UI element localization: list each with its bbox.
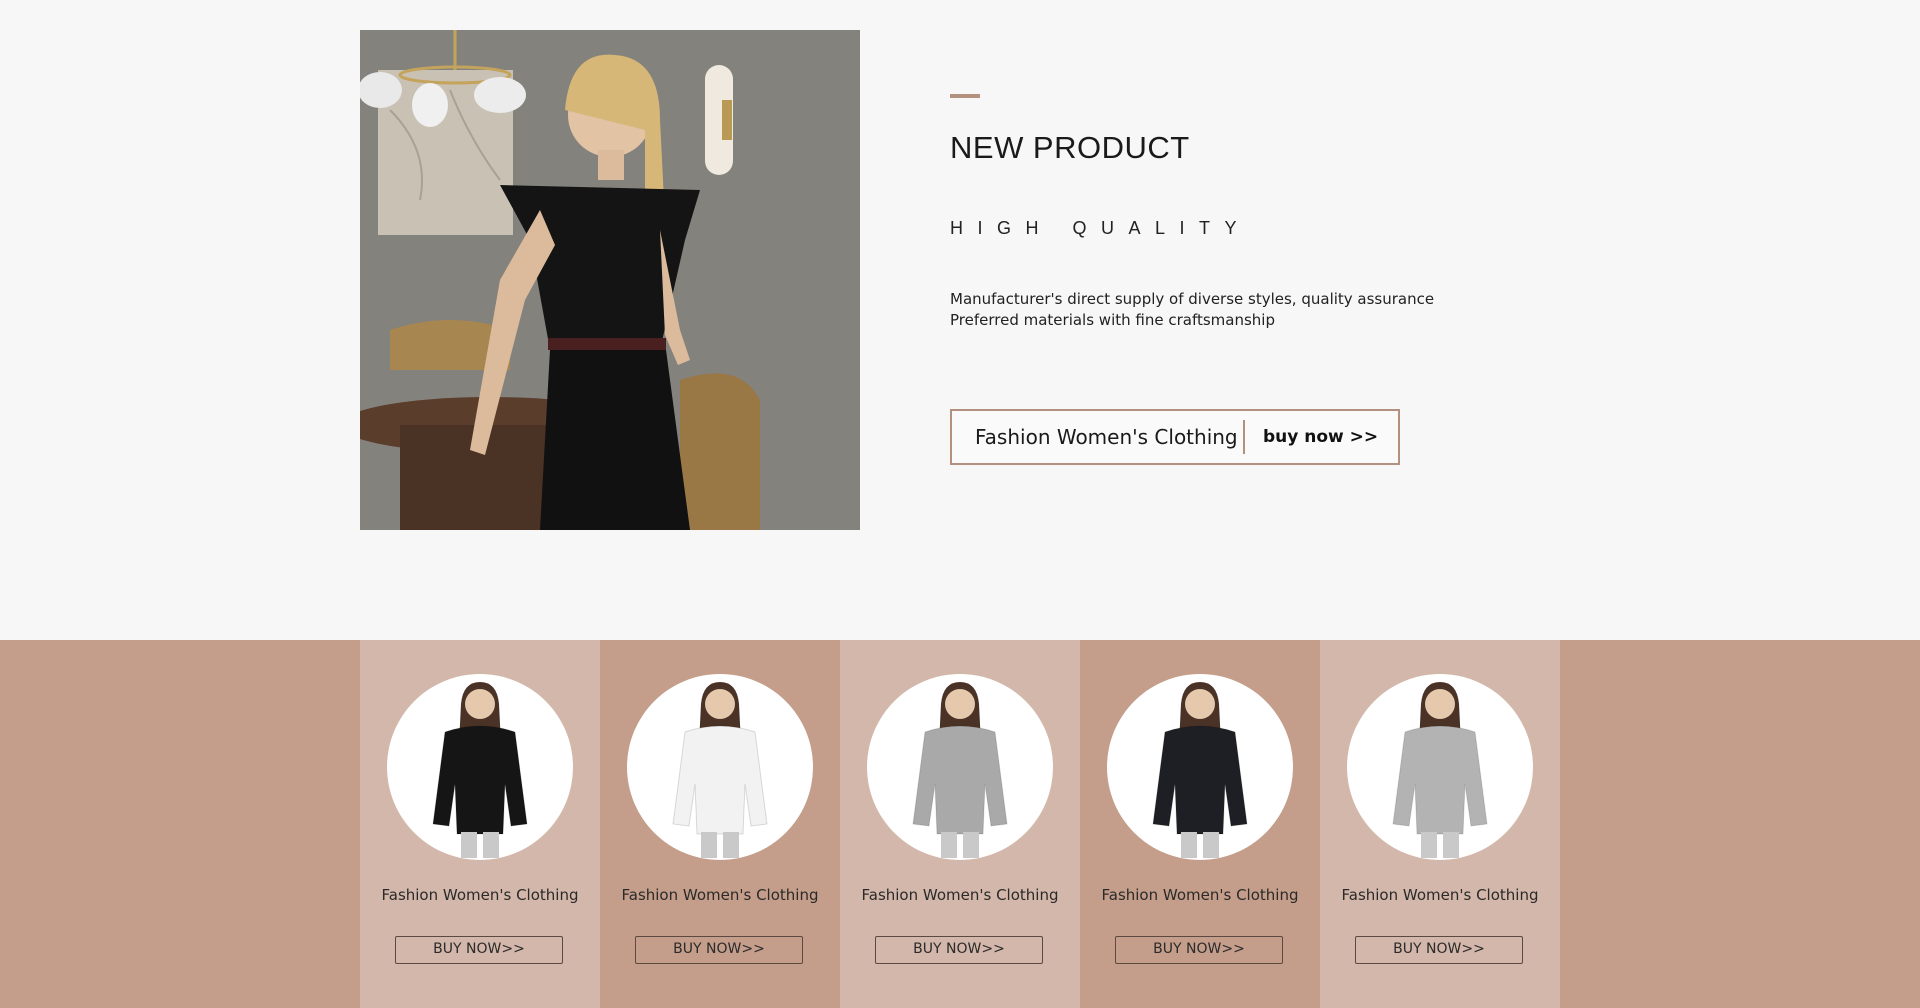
product-title: Fashion Women's Clothing bbox=[621, 886, 819, 904]
model-figure-part bbox=[432, 725, 528, 835]
model-figure-part bbox=[483, 832, 499, 858]
model-figure-part bbox=[941, 832, 957, 858]
model-figure-part bbox=[465, 689, 495, 719]
model-figure-part bbox=[1185, 689, 1215, 719]
hero-subtitle: HIGH QUALITY bbox=[950, 218, 1252, 238]
product-title: Fashion Women's Clothing bbox=[861, 886, 1059, 904]
model-figure-part bbox=[1152, 725, 1248, 835]
hero-description-line: Preferred materials with fine craftsmans… bbox=[950, 311, 1275, 329]
hero-description-line: Manufacturer's direct supply of diverse … bbox=[950, 290, 1435, 308]
model-illustration bbox=[672, 682, 768, 858]
hero-title: NEW PRODUCT bbox=[950, 130, 1190, 165]
model-figure-part bbox=[1443, 832, 1459, 858]
buy-now-button[interactable]: BUY NOW>> bbox=[1355, 936, 1523, 964]
product-card: Fashion Women's Clothing BUY NOW>> bbox=[1320, 640, 1560, 1008]
product-title: Fashion Women's Clothing bbox=[381, 886, 579, 904]
product-title: Fashion Women's Clothing bbox=[1341, 886, 1539, 904]
model-figure-part bbox=[912, 725, 1008, 835]
product-card: Fashion Women's Clothing BUY NOW>> bbox=[360, 640, 600, 1008]
model-figure-part bbox=[963, 832, 979, 858]
model-figure-part bbox=[672, 725, 768, 835]
buy-now-button[interactable]: BUY NOW>> bbox=[635, 936, 803, 964]
model-figure-part bbox=[945, 689, 975, 719]
product-image[interactable] bbox=[387, 674, 573, 860]
model-figure-part bbox=[723, 832, 739, 858]
buy-now-button[interactable]: BUY NOW>> bbox=[875, 936, 1043, 964]
product-image[interactable] bbox=[627, 674, 813, 860]
product-card: Fashion Women's Clothing BUY NOW>> bbox=[840, 640, 1080, 1008]
model-figure-part bbox=[705, 689, 735, 719]
model-figure-part bbox=[1392, 725, 1488, 835]
product-strip: Fashion Women's Clothing BUY NOW>> Fashi… bbox=[0, 640, 1920, 1008]
model-illustration bbox=[1152, 682, 1248, 858]
buy-now-button[interactable]: BUY NOW>> bbox=[395, 936, 563, 964]
cta-label: Fashion Women's Clothing bbox=[975, 425, 1238, 449]
hero-description: Manufacturer's direct supply of diverse … bbox=[950, 289, 1434, 331]
model-figure-part bbox=[1181, 832, 1197, 858]
product-image[interactable] bbox=[867, 674, 1053, 860]
product-image[interactable] bbox=[1107, 674, 1293, 860]
product-title: Fashion Women's Clothing bbox=[1101, 886, 1299, 904]
product-cards: Fashion Women's Clothing BUY NOW>> Fashi… bbox=[360, 640, 1560, 1008]
product-card: Fashion Women's Clothing BUY NOW>> bbox=[1080, 640, 1320, 1008]
product-image[interactable] bbox=[1347, 674, 1533, 860]
product-card: Fashion Women's Clothing BUY NOW>> bbox=[600, 640, 840, 1008]
model-figure-part bbox=[1425, 689, 1455, 719]
model-illustration bbox=[432, 682, 528, 858]
model-figure-part bbox=[1203, 832, 1219, 858]
model-illustration bbox=[912, 682, 1008, 858]
accent-bar bbox=[950, 94, 980, 98]
model-figure-part bbox=[461, 832, 477, 858]
hero-photo-illustration bbox=[360, 30, 860, 530]
model-illustration bbox=[1392, 682, 1488, 858]
buy-now-link[interactable]: buy now >> bbox=[1245, 427, 1378, 447]
hero-product-photo bbox=[360, 30, 860, 530]
hero-cta-box: Fashion Women's Clothing buy now >> bbox=[950, 409, 1400, 465]
model-figure-part bbox=[701, 832, 717, 858]
buy-now-button[interactable]: BUY NOW>> bbox=[1115, 936, 1283, 964]
model-figure-part bbox=[1421, 832, 1437, 858]
